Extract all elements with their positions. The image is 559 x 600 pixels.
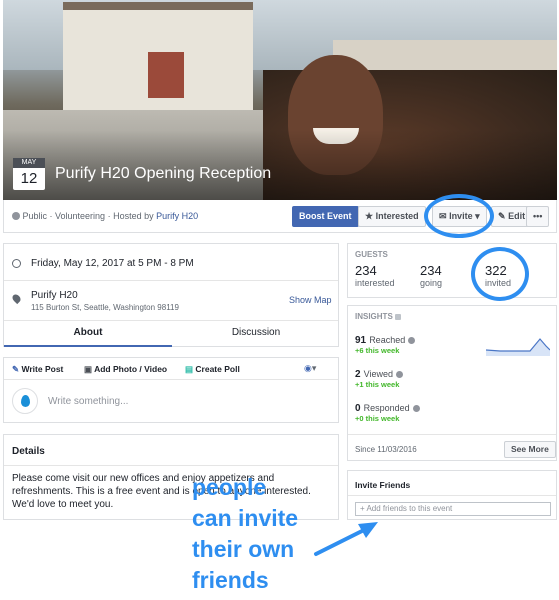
reached-sparkline (486, 338, 550, 356)
interested-label: interested (355, 278, 395, 288)
event-meta: Public · Volunteering · Hosted by Purify… (12, 211, 198, 221)
responded-delta-row: +0 this week (355, 414, 420, 423)
event-cover-photo[interactable]: MAY 12 Purify H20 Opening Reception (3, 0, 557, 200)
divider (348, 434, 556, 435)
reached-label: Reached (369, 335, 406, 345)
interested-button[interactable]: ★ Interested (358, 206, 426, 227)
water-drop-icon (21, 395, 30, 407)
pencil-icon: ✎ (12, 364, 20, 374)
event-info-panel: Friday, May 12, 2017 at 5 PM - 8 PM Puri… (3, 243, 339, 347)
insight-viewed[interactable]: 2 Viewed +1 this week (355, 368, 404, 389)
reached-delta: +6 this week (355, 346, 400, 355)
more-options-button[interactable]: ••• (526, 206, 550, 227)
event-datetime: Friday, May 12, 2017 at 5 PM - 8 PM (31, 258, 194, 269)
tab-about-label: About (73, 327, 103, 338)
event-date-badge: MAY 12 (13, 158, 45, 190)
divider (4, 465, 338, 466)
guests-heading: GUESTS (355, 250, 388, 259)
reached-count: 91 (355, 335, 367, 346)
location-pin-icon (10, 292, 23, 305)
info-icon (412, 405, 420, 412)
insights-heading-label: INSIGHTS (355, 312, 393, 321)
annotation-circle-invite (424, 194, 494, 238)
globe-icon (12, 212, 20, 220)
guests-going[interactable]: 234 going (420, 263, 442, 288)
insight-reached[interactable]: 91 Reached +6 this week (355, 334, 416, 355)
arrow-shaft (314, 526, 370, 556)
responded-count: 0 (355, 403, 361, 414)
event-host-link[interactable]: Purify H20 (156, 211, 198, 221)
pencil-icon: ✎ (498, 211, 506, 221)
viewed-label: Viewed (363, 369, 393, 379)
annotation-circle-invited (471, 247, 529, 301)
viewed-delta-row: +1 this week (355, 380, 403, 389)
guests-interested[interactable]: 234 interested (355, 263, 395, 288)
show-map-link[interactable]: Show Map (289, 295, 332, 305)
event-date-month: MAY (13, 158, 45, 168)
tab-discussion-label: Discussion (231, 327, 281, 338)
going-count: 234 (420, 263, 442, 278)
divider (348, 495, 556, 496)
write-post-tab[interactable]: ✎ Write Post (12, 364, 63, 375)
location-address: 115 Burton St, Seattle, Washington 98119 (31, 303, 179, 312)
create-poll-label: Create Poll (195, 364, 240, 374)
viewed-delta: +1 this week (355, 380, 400, 389)
edit-label: Edit (508, 211, 526, 221)
annotation-line-4: friends (192, 567, 269, 593)
composer-input[interactable]: Write something... (48, 396, 128, 407)
details-heading: Details (12, 446, 45, 457)
viewed-count: 2 (355, 369, 361, 380)
annotation-arrow-icon (314, 522, 378, 556)
annotation-line-3: their own (192, 536, 295, 562)
more-options-label: ••• (533, 211, 543, 221)
lock-icon (395, 314, 402, 320)
clock-icon (12, 259, 21, 268)
post-composer: ✎ Write Post ▣ Add Photo / Video ▤ Creat… (3, 357, 339, 423)
boost-event-button[interactable]: Boost Event (292, 206, 359, 227)
add-photo-label: Add Photo / Video (94, 364, 168, 374)
page-avatar[interactable] (12, 388, 38, 414)
add-photo-tab[interactable]: ▣ Add Photo / Video (84, 364, 167, 375)
cover-window (148, 52, 184, 98)
audience-icon: ◉ (304, 363, 312, 373)
tab-discussion[interactable]: Discussion (172, 320, 340, 347)
see-more-button[interactable]: See More (504, 441, 556, 458)
annotation-text: people can invite their own friends (192, 472, 298, 596)
camera-icon: ▣ (84, 364, 93, 374)
boost-event-label: Boost Event (299, 211, 352, 221)
event-title: Purify H20 Opening Reception (55, 165, 272, 182)
insights-since: Since 11/03/2016 (355, 445, 417, 454)
event-date-day: 12 (20, 170, 38, 187)
divider (4, 280, 338, 281)
info-icon (396, 371, 404, 378)
responded-label: Responded (363, 403, 410, 413)
poll-icon: ▤ (185, 364, 194, 374)
tab-about[interactable]: About (4, 320, 172, 347)
reached-delta-row: +6 this week (355, 346, 415, 355)
insights-heading: INSIGHTS (355, 312, 402, 321)
event-meta-prefix: Public · Volunteering · Hosted by (22, 211, 154, 221)
sparkline-area (486, 339, 550, 356)
going-label: going (420, 278, 443, 288)
composer-tabs: ✎ Write Post ▣ Add Photo / Video ▤ Creat… (4, 358, 338, 380)
caret-down-icon: ▾ (311, 363, 317, 373)
star-icon: ★ (365, 211, 374, 221)
annotation-line-2: can invite (192, 505, 299, 531)
responded-delta: +0 this week (355, 414, 400, 423)
audience-selector[interactable]: ◉▾ (304, 363, 316, 374)
write-post-label: Write Post (21, 364, 64, 374)
insights-panel: INSIGHTS 91 Reached +6 this week 2 Viewe… (347, 305, 557, 461)
interested-count: 234 (355, 263, 377, 278)
location-name: Purify H20 (31, 290, 78, 301)
annotation-line-1: people (192, 474, 267, 500)
interested-label: Interested (375, 211, 419, 221)
create-poll-tab[interactable]: ▤ Create Poll (185, 364, 240, 375)
info-icon (408, 337, 416, 344)
insight-responded[interactable]: 0 Responded +0 this week (355, 402, 420, 423)
invite-friends-heading: Invite Friends (355, 480, 411, 490)
